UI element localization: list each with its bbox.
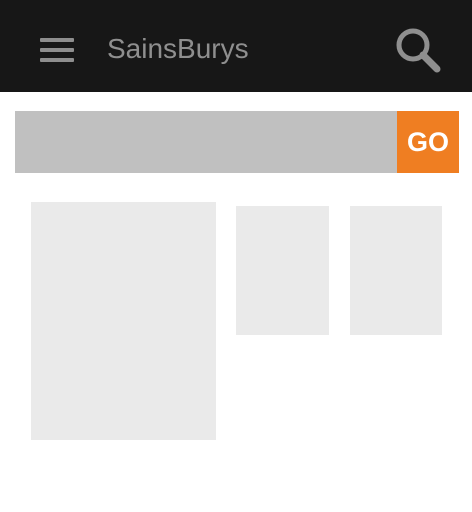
product-search-bar: GO (15, 111, 459, 173)
small-product-placeholder-2[interactable] (350, 206, 442, 335)
menu-button[interactable] (40, 38, 74, 62)
large-product-placeholder[interactable] (31, 202, 216, 440)
search-button[interactable] (392, 24, 446, 78)
menu-icon-line-top (40, 38, 74, 42)
small-product-placeholder-1[interactable] (236, 206, 329, 335)
top-app-bar: SainsBurys (0, 0, 472, 92)
app-title: SainsBurys (107, 33, 249, 64)
search-icon (396, 28, 441, 73)
menu-icon-line-middle (40, 48, 74, 52)
search-input[interactable] (15, 111, 397, 173)
app-screen: SainsBurys GO (0, 0, 472, 512)
go-button[interactable]: GO (397, 111, 459, 173)
menu-icon-line-bottom (40, 58, 74, 62)
